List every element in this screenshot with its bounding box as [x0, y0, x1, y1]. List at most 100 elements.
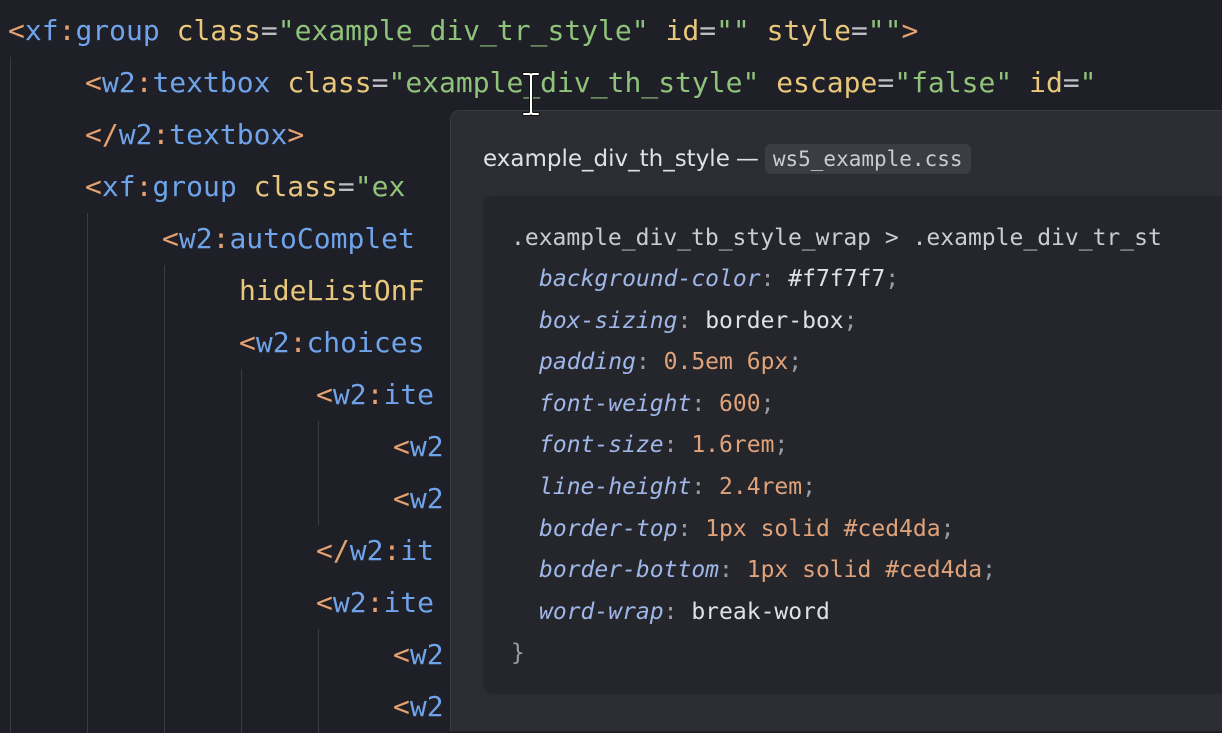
code-token: w2 [101, 66, 136, 99]
code-line[interactable]: <w2:textbox class="example_div_th_style"… [85, 57, 1097, 109]
code-token: " [1079, 66, 1097, 99]
code-token: : [366, 378, 384, 411]
css-colon: : [663, 598, 692, 625]
css-rule-snippet: .example_div_tb_style_wrap > .example_di… [483, 196, 1222, 694]
code-token: w2 [409, 482, 444, 515]
css-value: 0.5em 6px [663, 349, 789, 376]
css-value: 600 [719, 390, 761, 417]
css-colon: : [719, 557, 747, 584]
code-token: hideListOnF [239, 274, 425, 307]
popup-title: example_div_th_style [483, 146, 730, 172]
code-line[interactable]: <w2 [393, 473, 444, 525]
css-declaration: word-wrap: break-word [539, 592, 830, 633]
code-line[interactable]: <w2 [393, 681, 444, 733]
code-token: : [135, 66, 153, 99]
css-colon: : [677, 307, 706, 334]
code-token: w2 [332, 378, 367, 411]
code-token: "" [716, 14, 750, 47]
css-property: line-height [539, 474, 692, 500]
indent-guide [318, 629, 319, 733]
code-token: xf [24, 14, 59, 47]
code-token: = [1062, 66, 1080, 99]
code-token: w2 [409, 690, 444, 723]
css-semicolon: ; [802, 474, 816, 500]
css-property: box-sizing [539, 307, 678, 334]
code-token: w2 [255, 326, 290, 359]
css-value: 1.6rem [691, 432, 775, 459]
code-token: < [393, 430, 410, 463]
code-token: < [393, 690, 410, 723]
css-semicolon: ; [760, 390, 775, 417]
code-token: id [1029, 66, 1063, 99]
css-colon: : [760, 266, 789, 292]
css-value: 1px solid #ced4da [746, 557, 983, 584]
code-token: = [260, 14, 278, 47]
code-line[interactable]: <w2 [393, 629, 444, 681]
indent-guide [318, 421, 319, 525]
code-token: < [8, 14, 25, 47]
code-token: < [393, 638, 410, 671]
code-token: > [287, 118, 305, 151]
css-colon: : [663, 432, 692, 459]
code-line[interactable]: <w2:autoComplet [162, 213, 415, 265]
code-token: w2 [349, 534, 384, 567]
indent-guide [164, 265, 165, 733]
code-token: < [316, 586, 333, 619]
code-token: < [162, 222, 179, 255]
code-token: textbox [169, 118, 288, 151]
css-declaration: border-bottom: 1px solid #ced4da; [539, 550, 996, 591]
code-token: ite [383, 378, 435, 411]
code-token: < [85, 170, 102, 203]
code-token: id [665, 14, 700, 47]
code-token: : [212, 222, 230, 255]
code-token: choices [306, 326, 425, 359]
css-declaration: line-height: 2.4rem; [539, 467, 816, 508]
css-property: background-color [539, 266, 761, 292]
css-semicolon: ; [843, 307, 858, 334]
css-declaration: box-sizing: border-box; [539, 301, 858, 342]
code-token: : [383, 534, 401, 567]
code-token: </ [316, 534, 350, 567]
css-declaration: font-size: 1.6rem; [539, 425, 788, 466]
code-line[interactable]: </w2:textbox> [85, 109, 304, 161]
code-line[interactable]: hideListOnF [239, 265, 424, 317]
css-declaration: font-weight: 600; [539, 384, 774, 425]
code-token: < [239, 326, 256, 359]
css-colon: : [691, 390, 720, 417]
code-line[interactable]: <w2:choices [239, 317, 424, 369]
code-token: ite [383, 586, 435, 619]
code-line[interactable]: <xf:group class="example_div_tr_style" i… [8, 5, 918, 57]
code-line[interactable]: <xf:group class="ex [85, 161, 405, 213]
css-semicolon: ; [774, 432, 789, 459]
code-token: style [766, 14, 851, 47]
code-token: class [287, 66, 372, 99]
code-token: = [699, 14, 717, 47]
code-line[interactable]: <w2:ite [316, 369, 434, 421]
css-declaration: background-color: #f7f7f7; [539, 259, 899, 300]
code-line[interactable]: <w2:ite [316, 577, 434, 629]
css-property: padding [539, 349, 636, 376]
code-token: : [289, 326, 307, 359]
code-token: "false" [894, 66, 1013, 99]
css-colon: : [635, 349, 664, 376]
code-token: group [75, 14, 160, 47]
code-token: class [176, 14, 261, 47]
code-token: w2 [332, 586, 367, 619]
css-semicolon: ; [885, 266, 900, 292]
css-semicolon: ; [940, 515, 955, 542]
css-property: font-weight [539, 390, 692, 417]
css-value: 2.4rem [719, 474, 803, 500]
code-token: = [877, 66, 895, 99]
code-token: "example_div_tr_style" [277, 14, 649, 47]
css-colon: : [691, 474, 720, 500]
code-line[interactable]: </w2:it [316, 525, 434, 577]
css-property: word-wrap [539, 598, 664, 625]
code-token: = [337, 170, 355, 203]
code-line[interactable]: <w2 [393, 421, 444, 473]
popup-file-link[interactable]: ws5_example.css [764, 144, 971, 174]
code-token: : [58, 14, 76, 47]
css-value: break-word [691, 598, 830, 625]
indent-guide [10, 57, 11, 733]
